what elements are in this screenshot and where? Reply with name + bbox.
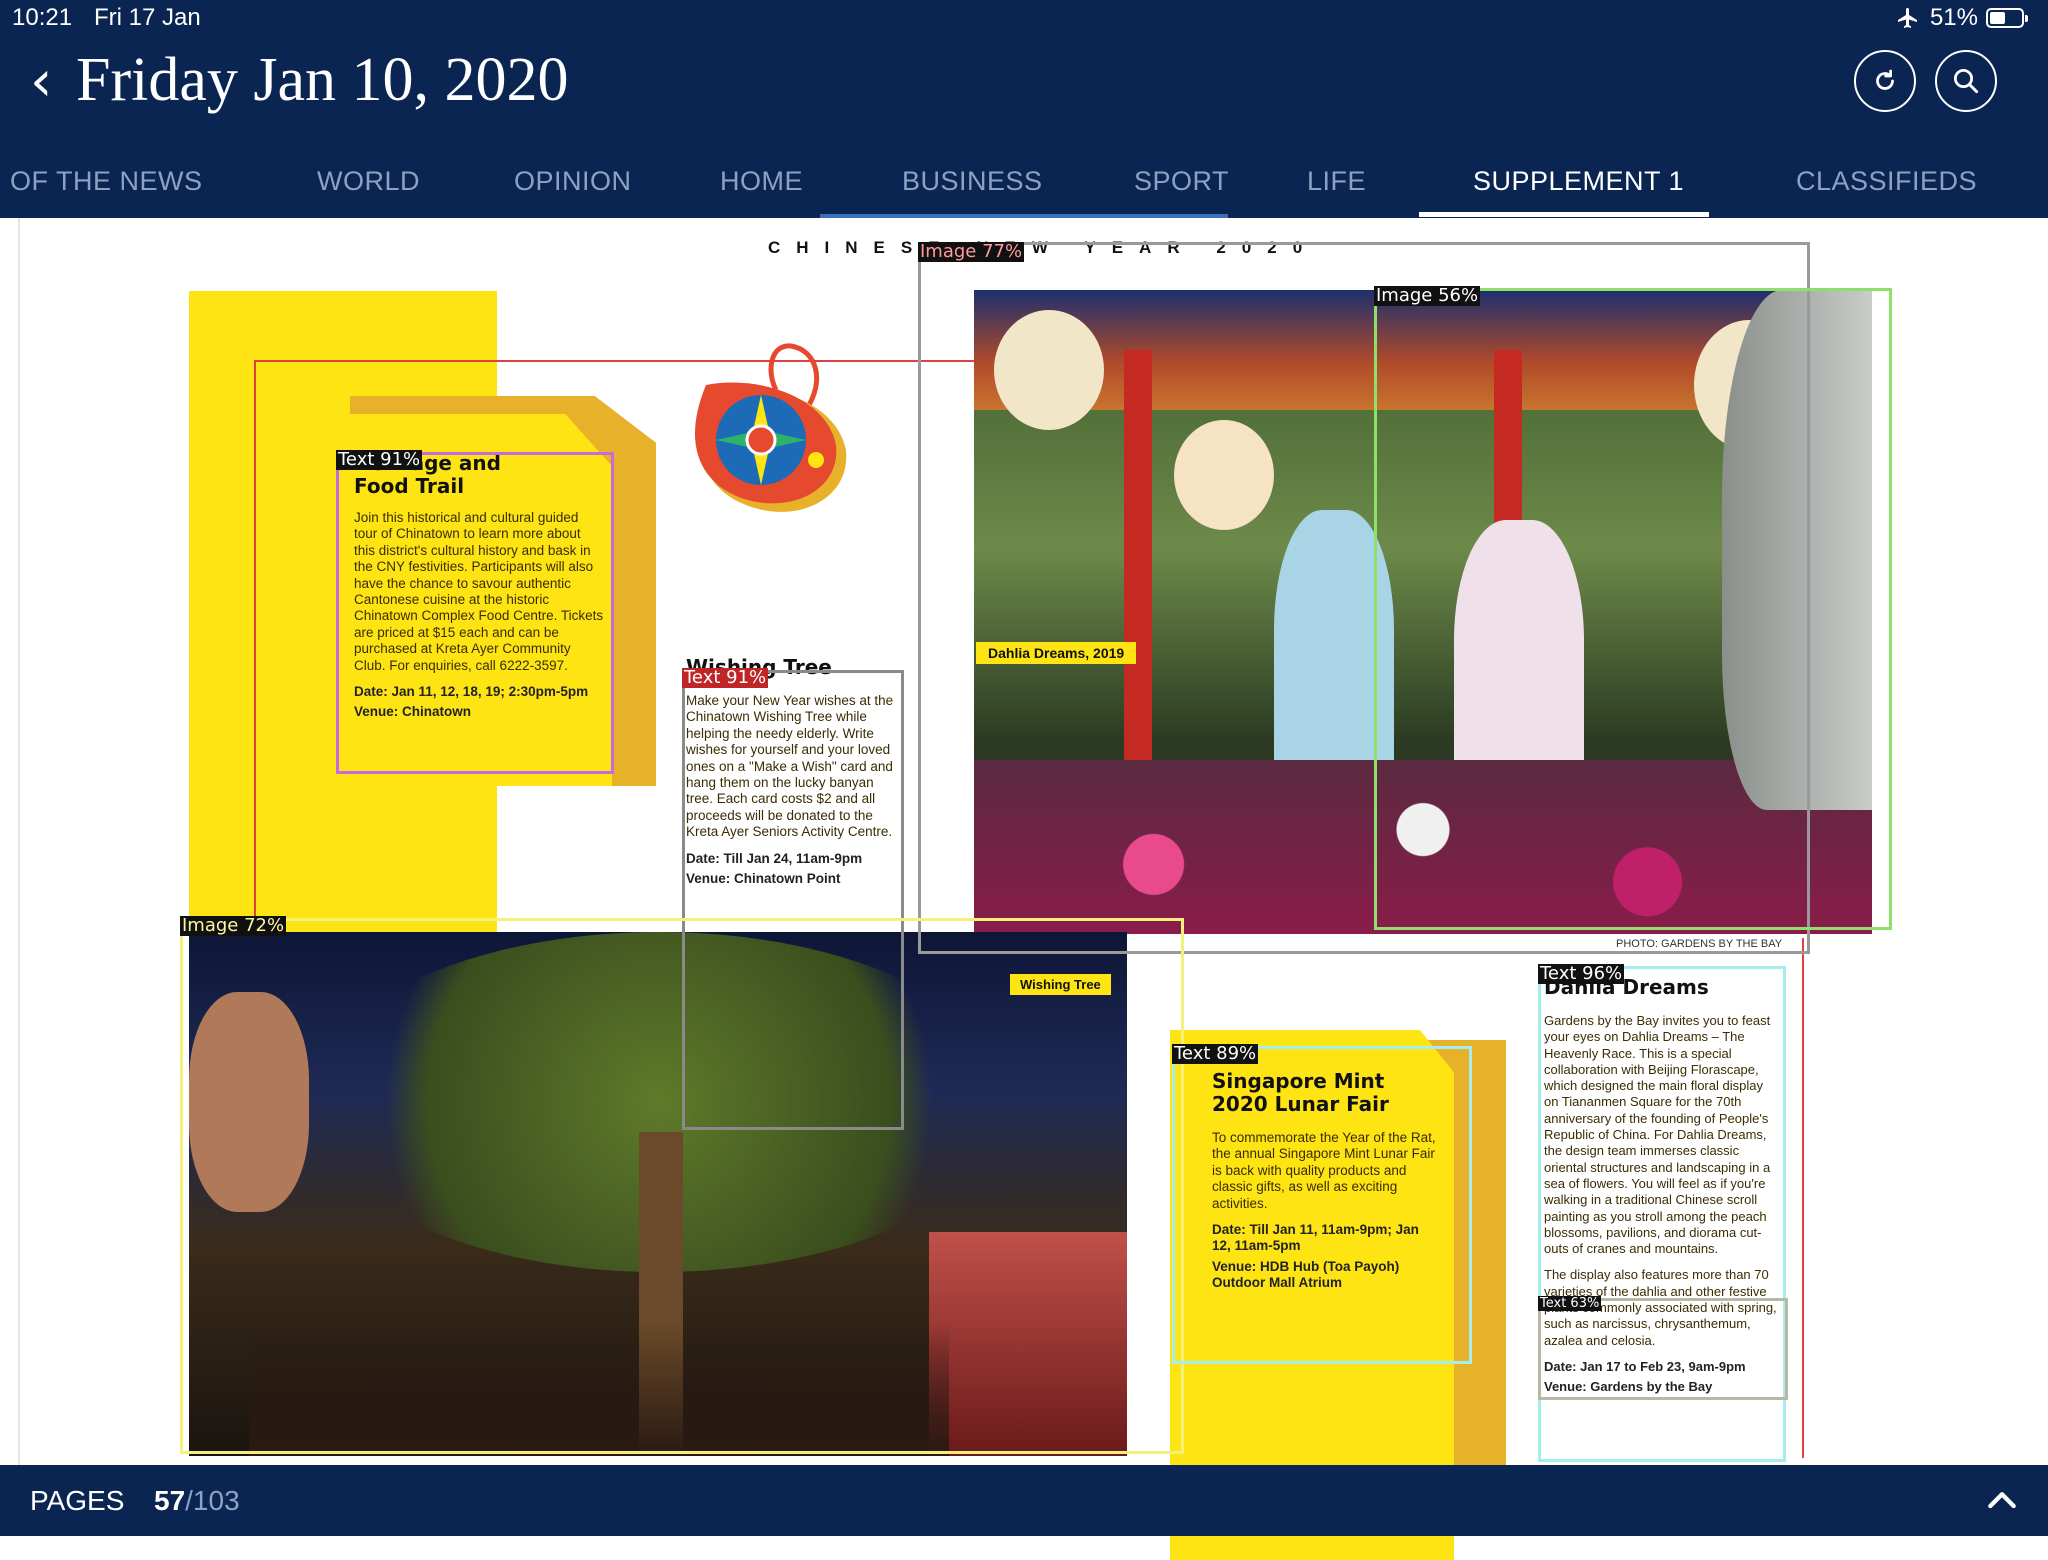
- red-rule-vertical: [254, 360, 256, 960]
- tab-classifieds[interactable]: CLASSIFIEDS: [1796, 166, 1977, 197]
- rat-ornament-illustration: [694, 343, 847, 512]
- detection-label: Image 56%: [1374, 285, 1481, 306]
- battery-icon: [1986, 8, 2028, 28]
- page-edge: [18, 218, 20, 1465]
- detection-label: Image 72%: [180, 915, 287, 936]
- current-page: 57: [154, 1485, 186, 1516]
- red-rule-right: [1802, 938, 1804, 1458]
- detection-label: Text 96%: [1538, 963, 1625, 984]
- active-tab-underline: [1419, 212, 1709, 217]
- detection-label: Image 77%: [918, 241, 1025, 262]
- detection-label: Text 63%: [1538, 1296, 1602, 1311]
- edition-date-title: Friday Jan 10, 2020: [76, 46, 569, 114]
- tab-business[interactable]: BUSINESS: [902, 166, 1043, 197]
- tab-world[interactable]: WORLD: [317, 166, 420, 197]
- status-time: 10:21: [12, 4, 73, 31]
- refresh-icon: [1876, 69, 1894, 90]
- tab-opinion[interactable]: OPINION: [514, 166, 632, 197]
- tab-life[interactable]: LIFE: [1307, 166, 1366, 197]
- tab-supplement-1[interactable]: SUPPLEMENT 1: [1473, 166, 1684, 197]
- tab-home[interactable]: HOME: [720, 166, 803, 197]
- red-rule: [254, 360, 974, 362]
- detection-label: Text 91%: [682, 667, 769, 688]
- top-bar: 10:21 Fri 17 Jan 51% ‹ Friday Jan 10, 20…: [0, 0, 2048, 218]
- status-date: Fri 17 Jan: [94, 4, 201, 31]
- tab-sport[interactable]: SPORT: [1134, 166, 1229, 197]
- text-detection-box: [1172, 1046, 1472, 1364]
- page-counter: 57/103: [154, 1485, 240, 1517]
- bottom-bar: PAGES 57/103: [0, 1465, 2048, 1536]
- text-detection-box: [1538, 1298, 1788, 1400]
- newspaper-page[interactable]: CHINESE NEW YEAR 2020 Heritage and Food T…: [0, 218, 2048, 1560]
- image-detection-box: [180, 918, 1184, 1454]
- detection-label: Text 89%: [1172, 1043, 1259, 1064]
- battery-percent: 51%: [1929, 4, 1978, 31]
- chevron-up-icon[interactable]: [1982, 1481, 2022, 1521]
- total-pages: /103: [185, 1485, 240, 1516]
- search-button[interactable]: [1935, 50, 1997, 112]
- battery-fill: [1990, 12, 2006, 24]
- status-right: 51%: [1894, 4, 2028, 32]
- detection-label: Text 91%: [336, 449, 423, 470]
- image-detection-box: [1374, 288, 1892, 930]
- text-detection-box: [336, 452, 614, 774]
- section-tabs: OF THE NEWS WORLD OPINION HOME BUSINESS …: [0, 150, 2048, 218]
- pages-label[interactable]: PAGES: [30, 1485, 124, 1517]
- back-chevron-icon[interactable]: ‹: [30, 50, 52, 114]
- tab-top-of-the-news[interactable]: OF THE NEWS: [10, 166, 203, 197]
- search-icon: [1954, 69, 1979, 94]
- airplane-icon: [1897, 8, 1917, 28]
- refresh-button[interactable]: [1854, 50, 1916, 112]
